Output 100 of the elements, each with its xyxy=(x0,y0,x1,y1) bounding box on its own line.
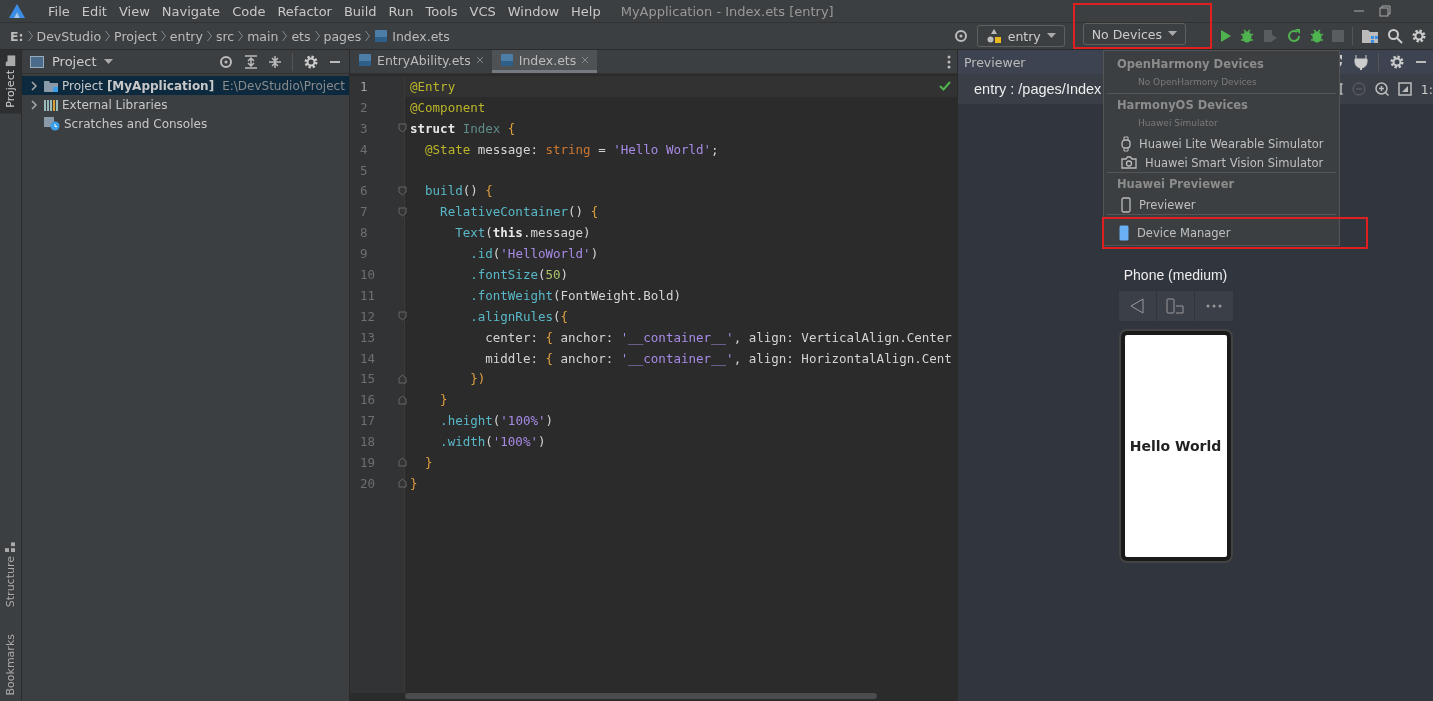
side-tab[interactable]: Structure xyxy=(0,536,21,614)
fold-icon[interactable] xyxy=(398,185,407,196)
project-structure-icon[interactable] xyxy=(1361,28,1379,44)
watch-icon xyxy=(1121,135,1131,152)
locate-icon[interactable] xyxy=(952,28,969,44)
profile-icon[interactable] xyxy=(1310,28,1324,44)
breadcrumb-item[interactable]: DevStudio xyxy=(36,28,102,44)
more-icon[interactable] xyxy=(947,54,951,69)
code-line: struct Index { xyxy=(409,119,517,138)
zoom-reset-button[interactable]: 1: xyxy=(1420,81,1433,97)
menu-item[interactable]: Run xyxy=(382,3,420,19)
settings-icon[interactable] xyxy=(1411,28,1427,44)
menu-item[interactable]: Help xyxy=(565,3,607,19)
tree-item[interactable]: Scratches and Consoles xyxy=(22,114,349,133)
run-icon[interactable] xyxy=(1220,29,1232,43)
debug-icon[interactable] xyxy=(1240,28,1254,44)
menu-item[interactable]: Previewer xyxy=(1107,195,1336,214)
fold-icon[interactable] xyxy=(398,311,407,322)
code-line: } xyxy=(439,391,449,410)
more-icon[interactable] xyxy=(1205,304,1222,308)
caret-icon xyxy=(104,58,114,65)
line-number: 7 xyxy=(360,204,368,220)
file-icon xyxy=(358,53,372,67)
line-number: 10 xyxy=(360,266,376,282)
tree-item[interactable]: Project [MyApplication] E:\DevStudio\Project xyxy=(22,76,349,95)
rotate-device-icon[interactable] xyxy=(1166,298,1184,314)
line-number: 12 xyxy=(360,308,376,324)
chevron-icon xyxy=(27,30,33,42)
panel-icon xyxy=(30,55,44,68)
panel-selector[interactable]: Project xyxy=(30,54,114,69)
code-line: @State message: string = 'Hello World'; xyxy=(424,140,720,159)
menu-section-title: HarmonyOS Devices xyxy=(1116,97,1249,114)
caret-icon xyxy=(1168,31,1177,37)
zoom-in-icon[interactable] xyxy=(1374,82,1389,96)
close-icon[interactable] xyxy=(581,56,590,64)
side-tab[interactable]: Bookmarks xyxy=(0,627,21,701)
menu-item[interactable]: VCS xyxy=(463,3,502,19)
editor-tab[interactable]: Index.ets xyxy=(491,50,598,73)
expand-all-icon[interactable] xyxy=(244,54,258,69)
menu-section-title: OpenHarmony Devices xyxy=(1116,56,1265,73)
fold-icon[interactable] xyxy=(398,478,407,489)
breadcrumb-item[interactable]: Project xyxy=(114,28,157,44)
chevron-icon xyxy=(105,30,111,42)
menu-item[interactable]: Tools xyxy=(419,3,464,19)
fit-screen-icon[interactable] xyxy=(1397,82,1412,96)
window-title: MyApplication - Index.ets [entry] xyxy=(620,3,835,19)
chevron-icon xyxy=(314,30,320,42)
menu-item[interactable]: Huawei Smart Vision Simulator xyxy=(1107,153,1336,172)
code-line: .width('100%') xyxy=(439,433,547,452)
menu-item[interactable]: Device Manager xyxy=(1102,217,1368,249)
breadcrumb-item[interactable]: pages xyxy=(323,28,362,44)
menu-item[interactable]: Code xyxy=(226,3,272,19)
collapse-all-icon[interactable] xyxy=(268,54,282,69)
locate-icon[interactable] xyxy=(218,53,234,70)
breadcrumb-item[interactable]: Index.ets xyxy=(392,28,450,44)
fold-icon[interactable] xyxy=(398,373,407,384)
page-path: entry : /pages/Index xyxy=(974,81,1102,97)
device-selector[interactable]: No Devices xyxy=(1082,23,1186,45)
breadcrumb-item[interactable]: entry xyxy=(169,28,203,44)
shapes-icon xyxy=(985,28,1002,44)
line-number: 9 xyxy=(360,246,368,262)
line-number: 19 xyxy=(360,454,376,470)
back-icon[interactable] xyxy=(1129,298,1145,314)
settings-icon[interactable] xyxy=(303,53,319,70)
code-line: .height('100%') xyxy=(439,412,554,431)
breadcrumb-item[interactable]: ets xyxy=(291,28,311,44)
menu-item[interactable]: File xyxy=(42,3,76,19)
menu-item[interactable]: View xyxy=(112,3,156,19)
menu-item[interactable]: Window xyxy=(501,3,566,19)
menu-item[interactable]: Build xyxy=(337,3,383,19)
menu-item[interactable]: Edit xyxy=(75,3,113,19)
fold-icon[interactable] xyxy=(398,206,407,217)
breadcrumb-item[interactable]: E: xyxy=(10,28,24,44)
chevron-icon xyxy=(160,30,166,42)
fold-icon[interactable] xyxy=(398,457,407,468)
menu-item[interactable]: Refactor xyxy=(271,3,338,19)
line-number: 8 xyxy=(360,225,368,241)
code-line: center: { anchor: '__container__', align: VerticalAlign.Center xyxy=(484,328,953,347)
menu-item[interactable]: Navigate xyxy=(155,3,227,19)
fold-icon[interactable] xyxy=(398,394,407,405)
search-icon[interactable] xyxy=(1387,28,1403,44)
line-number: 14 xyxy=(360,350,376,366)
reload-icon[interactable] xyxy=(1286,28,1302,44)
file-icon xyxy=(374,29,389,43)
editor-tab[interactable]: EntryAbility.ets xyxy=(350,50,492,73)
line-number: 1 xyxy=(360,78,368,94)
side-tab[interactable]: Project xyxy=(0,50,21,114)
module-selector[interactable]: entry xyxy=(976,25,1065,47)
close-icon[interactable] xyxy=(475,56,484,64)
code-line: RelativeContainer() { xyxy=(439,203,600,222)
breadcrumb-item[interactable]: main xyxy=(247,28,279,44)
plug-icon[interactable] xyxy=(1354,54,1368,70)
settings-icon[interactable] xyxy=(1389,54,1405,70)
menu-item[interactable]: Huawei Lite Wearable Simulator xyxy=(1107,134,1336,153)
breadcrumb-item[interactable]: src xyxy=(215,28,235,44)
restore-icon[interactable] xyxy=(1379,5,1391,17)
tree-item[interactable]: External Libraries xyxy=(22,95,349,114)
chevron-icon xyxy=(206,30,212,42)
code-line: Text(this.message) xyxy=(454,224,592,243)
fold-icon[interactable] xyxy=(398,123,407,134)
